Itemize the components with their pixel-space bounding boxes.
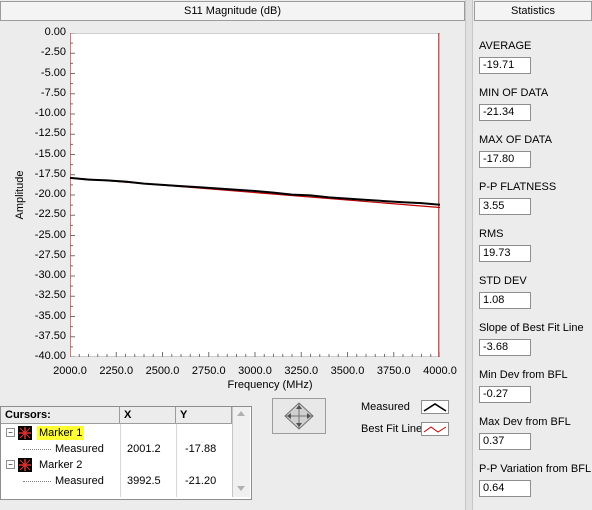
plot-background xyxy=(70,33,440,357)
y-tick-label: -35.00 xyxy=(34,309,66,322)
panel-divider xyxy=(465,0,473,510)
stat-value-field: 19.73 xyxy=(479,245,531,262)
y-axis-ticks: 0.00 -2.50 -5.00 -7.50 -10.00 -12.50 -15.00 -17… xyxy=(0,21,66,397)
stat-label: STD DEV xyxy=(479,275,527,287)
y-column-header: Y xyxy=(176,407,232,424)
cursor-x-value: 3992.5 xyxy=(127,475,161,487)
chart-container: 0.00 -2.50 -5.00 -7.50 -10.00 -12.50 -15.00 -17… xyxy=(0,21,463,397)
collapse-icon[interactable]: − xyxy=(6,460,15,469)
series-label: Measured xyxy=(55,443,104,455)
y-tick-label: -12.50 xyxy=(34,127,66,140)
legend-swatch-measured[interactable] xyxy=(421,400,449,414)
y-axis-label: Amplitude xyxy=(14,170,26,220)
legend-label-bestfit: Best Fit Line xyxy=(361,423,423,435)
stat-label: Max Dev from BFL xyxy=(479,416,571,428)
stat-value-field: -17.80 xyxy=(479,151,531,168)
stat-label: P-P FLATNESS xyxy=(479,181,557,193)
y-tick-label: -32.50 xyxy=(34,289,66,302)
stat-value-field: 0.64 xyxy=(479,480,531,497)
stat-value-field: 3.55 xyxy=(479,198,531,215)
y-tick-label: -7.50 xyxy=(40,86,66,99)
x-axis-label: Frequency (MHz) xyxy=(227,379,313,391)
stat-label: RMS xyxy=(479,228,504,240)
y-tick-label: -2.50 xyxy=(40,46,66,59)
y-tick-label: 0.00 xyxy=(44,26,66,38)
stat-label: MAX OF DATA xyxy=(479,134,552,146)
y-tick-label: -37.50 xyxy=(34,329,66,342)
y-tick-label: -5.00 xyxy=(40,66,66,79)
y-tick-label: -10.00 xyxy=(34,107,66,119)
cursor-y-value: -21.20 xyxy=(185,475,217,487)
cursor-move-button[interactable] xyxy=(272,398,326,434)
y-tick-label: -30.00 xyxy=(34,269,66,281)
plot-area[interactable] xyxy=(70,33,440,357)
series-label: Measured xyxy=(55,475,104,487)
cursor-row-measured-1[interactable]: Measured 2001.2 -17.88 xyxy=(1,441,231,457)
cursors-scrollbar[interactable] xyxy=(232,407,250,497)
cursor-y-value: -17.88 xyxy=(185,443,217,455)
marker-1-row[interactable]: − Marker 1 xyxy=(1,425,231,441)
y-tick-label: -40.00 xyxy=(34,350,66,362)
chart-title: S11 Magnitude (dB) xyxy=(183,5,282,17)
marker-1-label[interactable]: Marker 1 xyxy=(37,426,85,440)
plot-legend: Measured Best Fit Line xyxy=(357,397,454,441)
stat-value-field: -21.34 xyxy=(479,104,531,121)
column-divider xyxy=(176,424,177,497)
diamond-move-icon xyxy=(284,402,314,430)
legend-label-measured: Measured xyxy=(361,401,410,413)
scroll-up-icon[interactable] xyxy=(237,411,245,416)
stat-value-field: 1.08 xyxy=(479,292,531,309)
stat-value-field: -19.71 xyxy=(479,57,531,74)
crosshair-marker-icon xyxy=(18,426,32,440)
stat-label: AVERAGE xyxy=(479,40,532,52)
legend-swatch-bestfit[interactable] xyxy=(421,422,449,436)
cursor-x-value: 2001.2 xyxy=(127,443,161,455)
tree-line xyxy=(23,481,51,482)
y-tick-label: -27.50 xyxy=(34,248,66,261)
stat-label: MIN OF DATA xyxy=(479,87,549,99)
crosshair-marker-icon xyxy=(18,458,32,472)
x-column-header: X xyxy=(120,407,176,424)
cursor-row-measured-2[interactable]: Measured 3992.5 -21.20 xyxy=(1,473,231,489)
stat-label: Slope of Best Fit Line xyxy=(479,322,584,334)
scroll-down-icon[interactable] xyxy=(237,486,245,491)
stat-value-field: 0.37 xyxy=(479,433,531,450)
chart-title-bar: S11 Magnitude (dB) xyxy=(0,1,465,21)
column-divider xyxy=(120,424,121,497)
stats-title: Statistics xyxy=(510,5,555,17)
x-axis-ticks: 2000.0 2250.0 2500.0 2750.0 3000.0 3250.0 3500… xyxy=(0,365,463,379)
cursors-header: Cursors: xyxy=(1,407,120,424)
marker-2-label[interactable]: Marker 2 xyxy=(39,458,82,472)
x-tick-label: 4000.0 xyxy=(423,365,457,377)
collapse-icon[interactable]: − xyxy=(6,428,15,437)
stat-value-field: -3.68 xyxy=(479,339,531,356)
stats-title-bar: Statistics xyxy=(474,1,592,21)
tree-line xyxy=(23,449,51,450)
cursors-table[interactable]: Cursors: X Y − Marker 1 Measured 2001.2 … xyxy=(0,406,252,500)
stat-value-field: -0.27 xyxy=(479,386,531,403)
stat-label: Min Dev from BFL xyxy=(479,369,568,381)
stat-label: P-P Variation from BFL xyxy=(479,463,592,475)
marker-2-row[interactable]: − Marker 2 xyxy=(1,457,231,473)
